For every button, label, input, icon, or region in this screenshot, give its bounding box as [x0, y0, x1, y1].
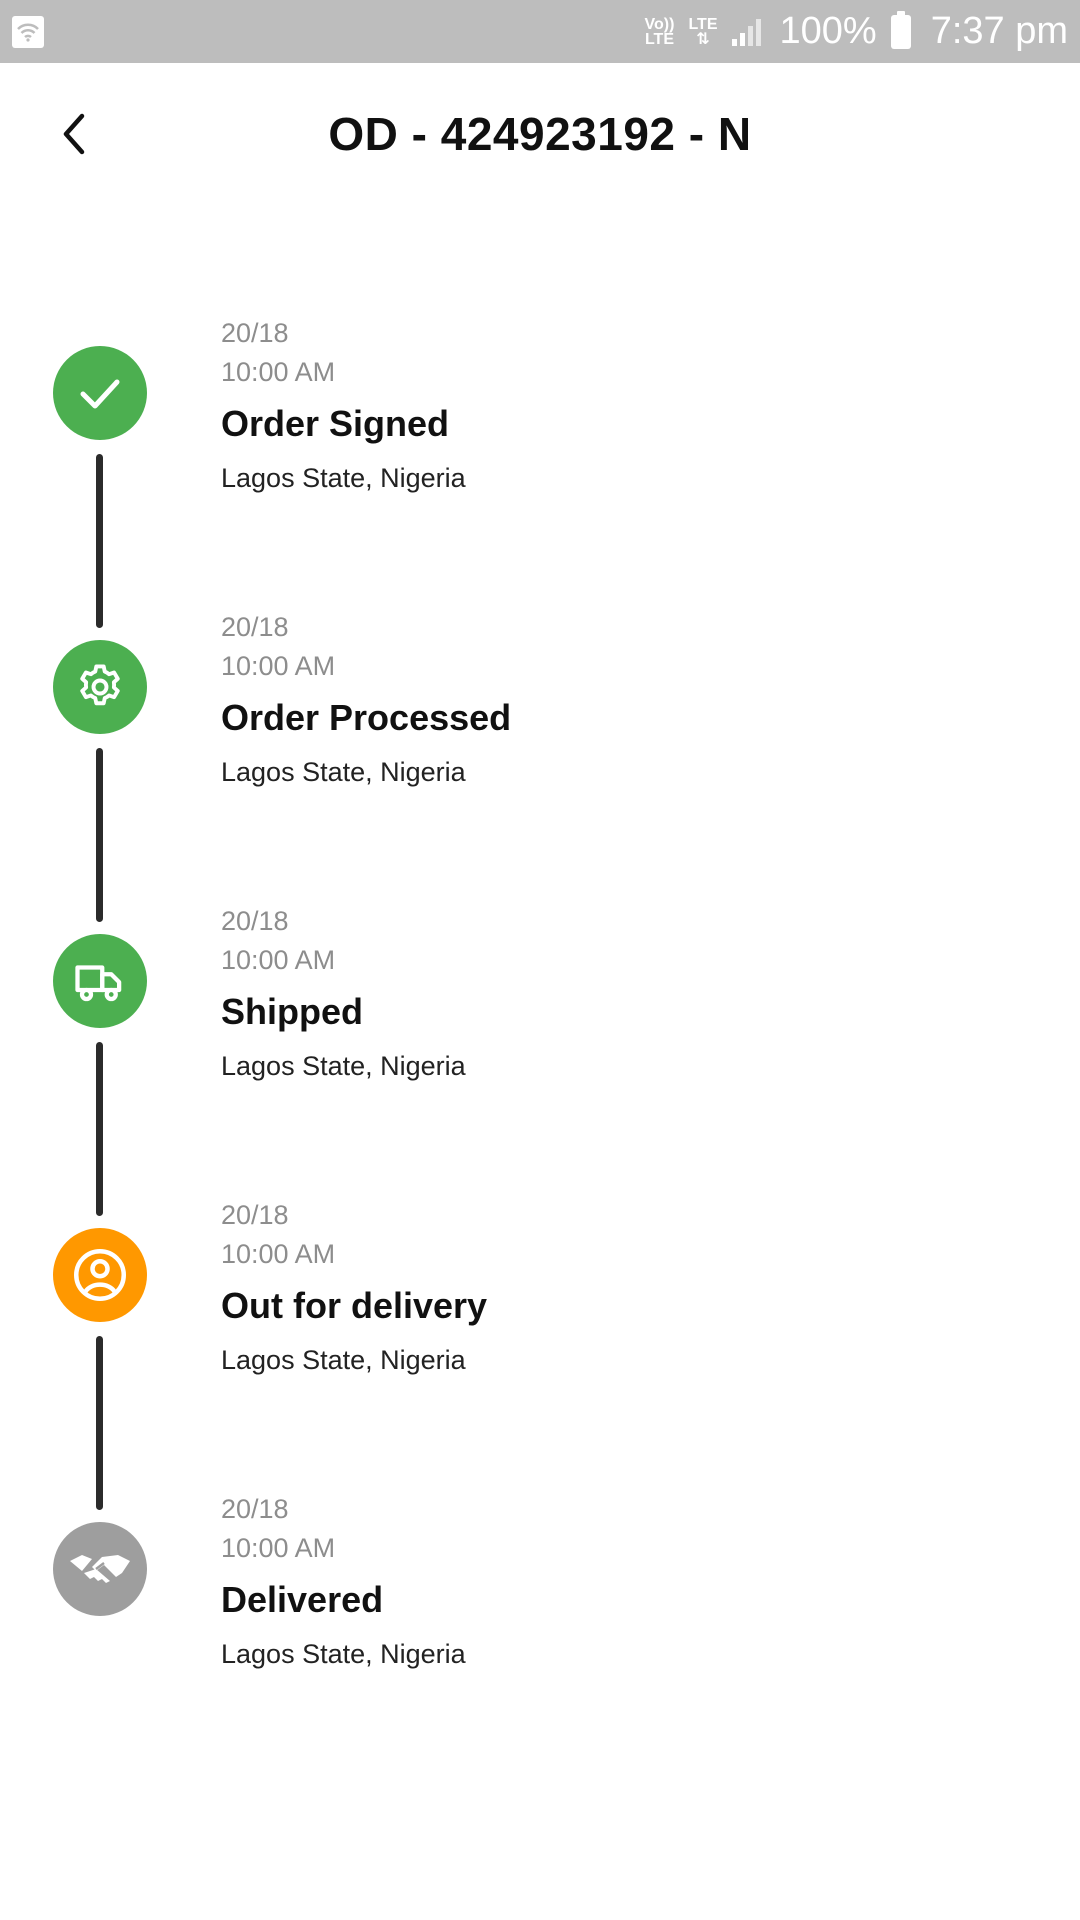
step-date: 20/18	[221, 1494, 289, 1524]
step-status-circle	[53, 640, 147, 734]
step-location: Lagos State, Nigeria	[221, 1639, 466, 1669]
step-title: Shipped	[221, 991, 363, 1032]
step-title: Order Signed	[221, 403, 450, 444]
timeline-step-delivered: 20/18 10:00 AM Delivered Lagos State, Ni…	[0, 1386, 1080, 1680]
step-status-circle	[53, 346, 147, 440]
step-location: Lagos State, Nigeria	[221, 1051, 466, 1081]
step-time: 10:00 AM	[221, 357, 336, 387]
step-date: 20/18	[221, 1200, 289, 1230]
timeline-step-shipped: 20/18 10:00 AM Shipped Lagos State, Nige…	[0, 798, 1080, 1216]
check-icon	[80, 379, 120, 409]
user-icon	[74, 1249, 126, 1301]
battery-percentage: 100%	[779, 10, 877, 52]
step-date: 20/18	[221, 612, 289, 642]
step-status-circle	[53, 1228, 147, 1322]
app-header: OD - 424923192 - N	[0, 63, 1080, 211]
truck-icon	[75, 965, 122, 1002]
step-date: 20/18	[221, 318, 289, 348]
timeline-step-order-signed: 20/18 10:00 AM Order Signed Lagos State,…	[0, 210, 1080, 628]
step-title: Delivered	[221, 1579, 384, 1620]
step-title: Out for delivery	[221, 1285, 488, 1326]
gear-icon	[80, 664, 120, 706]
lte-indicator: LTE ⇅	[688, 15, 718, 48]
signal-icon	[732, 18, 762, 46]
status-bar: Vo)) LTE LTE ⇅ 100% 7:37 pm	[0, 0, 1080, 63]
step-time: 10:00 AM	[221, 945, 336, 975]
step-location: Lagos State, Nigeria	[221, 757, 466, 787]
clock: 7:37 pm	[930, 10, 1068, 52]
step-status-circle	[53, 1522, 147, 1616]
volte-indicator: Vo)) LTE	[644, 15, 675, 48]
step-location: Lagos State, Nigeria	[221, 1345, 466, 1375]
page-title: OD - 424923192 - N	[328, 108, 752, 160]
step-time: 10:00 AM	[221, 1239, 336, 1269]
step-title: Order Processed	[221, 697, 512, 738]
handshake-icon	[70, 1555, 130, 1583]
timeline-step-out-for-delivery: 20/18 10:00 AM Out for delivery Lagos St…	[0, 1092, 1080, 1510]
wifi-icon	[12, 15, 44, 48]
battery-icon	[890, 10, 911, 49]
step-date: 20/18	[221, 906, 289, 936]
step-status-circle	[53, 934, 147, 1028]
timeline-step-order-processed: 20/18 10:00 AM Order Processed Lagos Sta…	[0, 504, 1080, 922]
step-location: Lagos State, Nigeria	[221, 463, 466, 493]
step-time: 10:00 AM	[221, 1533, 336, 1563]
step-time: 10:00 AM	[221, 651, 336, 681]
